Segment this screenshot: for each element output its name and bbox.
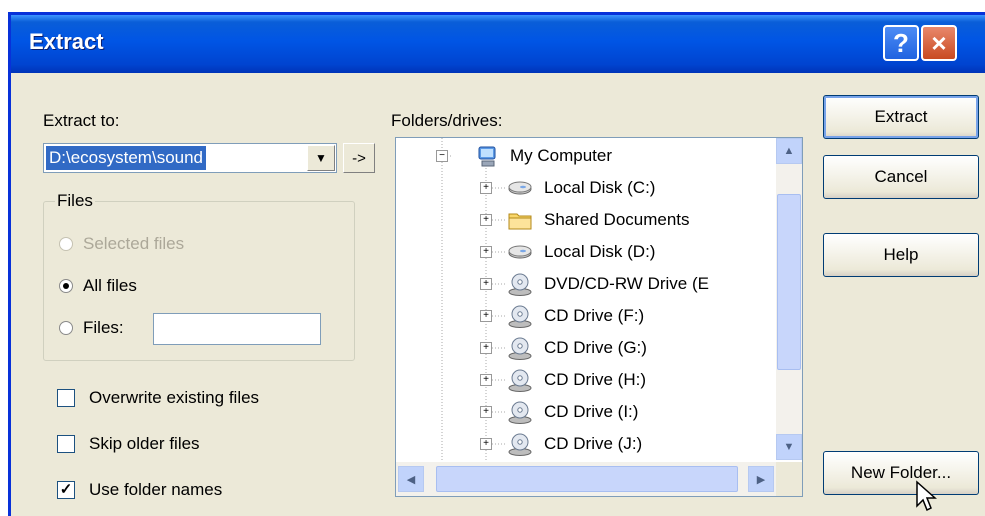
overwrite-label: Overwrite existing files <box>89 388 260 407</box>
radio-files[interactable] <box>59 321 73 335</box>
radio-selected-files-label: Selected files <box>83 234 185 253</box>
tree-item-label: CD Drive (G:) <box>544 338 647 357</box>
extract-button[interactable]: Extract <box>823 95 979 139</box>
tree-item-label: Shared Documents <box>544 210 690 229</box>
scroll-right-icon[interactable]: ▶ <box>748 466 774 492</box>
extract-to-combo[interactable]: D:\ecosystem\sound ▼ <box>43 143 337 173</box>
tree-item-label: My Computer <box>510 146 613 165</box>
folder-icon <box>508 213 532 230</box>
cancel-button[interactable]: Cancel <box>823 155 979 199</box>
cd-drive-icon <box>508 369 532 392</box>
tree-item-label: CD Drive (J:) <box>544 434 643 453</box>
scroll-left-icon[interactable]: ◀ <box>398 466 424 492</box>
horizontal-scroll-thumb[interactable] <box>436 466 738 492</box>
radio-selected-files[interactable] <box>59 237 73 251</box>
new-folder-button[interactable]: New Folder... <box>823 451 979 495</box>
help-title-button[interactable]: ? <box>883 25 919 61</box>
hard-disk-icon <box>508 181 532 195</box>
tree-item-label: Local Disk (D:) <box>544 242 656 261</box>
scroll-up-icon[interactable]: ▲ <box>776 138 802 164</box>
go-arrow-button[interactable]: -> <box>343 143 375 173</box>
cd-drive-icon <box>508 305 532 328</box>
close-button[interactable]: × <box>921 25 957 61</box>
tree-item-label: CD Drive (F:) <box>544 306 645 325</box>
tree-item-label: CD Drive (H:) <box>544 370 646 389</box>
skip-older-checkbox[interactable] <box>57 435 75 453</box>
cd-drive-icon <box>508 273 532 296</box>
cd-drive-icon <box>508 337 532 360</box>
chevron-down-icon[interactable]: ▼ <box>307 145 335 171</box>
radio-all-files-label: All files <box>83 276 137 295</box>
title-bar[interactable]: Extract ? × <box>11 15 985 73</box>
vertical-scrollbar[interactable]: ▲ ▼ <box>776 138 802 460</box>
tree-item-label: Local Disk (C:) <box>544 178 656 197</box>
extract-to-value[interactable]: D:\ecosystem\sound <box>46 146 207 170</box>
my-computer-icon <box>478 146 496 167</box>
tree-item-label: CD Drive (I:) <box>544 402 639 421</box>
extract-dialog: Extract ? × Extract to: D:\ecosystem\sou… <box>8 12 985 516</box>
scroll-corner <box>776 462 802 496</box>
mouse-pointer-icon <box>916 480 937 512</box>
expand-icon[interactable]: + <box>480 214 492 226</box>
folder-tree[interactable]: − My Computer + Local Disk (C:) + Shared Do… <box>395 137 803 497</box>
cd-drive-icon <box>508 433 532 456</box>
scroll-down-icon[interactable]: ▼ <box>776 434 802 460</box>
expand-icon[interactable]: + <box>480 438 492 450</box>
skip-older-label: Skip older files <box>89 434 200 453</box>
expand-icon[interactable]: + <box>480 182 492 194</box>
collapse-icon[interactable]: − <box>436 150 448 162</box>
expand-icon[interactable]: + <box>480 246 492 258</box>
overwrite-checkbox[interactable] <box>57 389 75 407</box>
folders-drives-label: Folders/drives: <box>391 111 503 130</box>
expand-icon[interactable]: + <box>480 310 492 322</box>
radio-all-files[interactable] <box>59 279 73 293</box>
expand-icon[interactable]: + <box>480 406 492 418</box>
use-folder-names-checkbox[interactable]: ✓ <box>57 481 75 499</box>
expand-icon[interactable]: + <box>480 278 492 290</box>
expand-icon[interactable]: + <box>480 374 492 386</box>
radio-files-label: Files: <box>83 318 124 337</box>
hard-disk-icon <box>508 245 532 259</box>
horizontal-scrollbar[interactable]: ◀ ▶ <box>396 462 778 496</box>
files-group-title: Files <box>55 191 95 211</box>
cd-drive-icon <box>508 401 532 424</box>
files-pattern-input[interactable] <box>153 313 321 345</box>
use-folder-names-label: Use folder names <box>89 480 223 499</box>
vertical-scroll-thumb[interactable] <box>777 194 801 370</box>
extract-to-label: Extract to: <box>43 111 120 130</box>
expand-icon[interactable]: + <box>480 342 492 354</box>
window-title: Extract <box>29 29 104 54</box>
help-button[interactable]: Help <box>823 233 979 277</box>
tree-item-label: DVD/CD-RW Drive (E <box>544 274 709 293</box>
